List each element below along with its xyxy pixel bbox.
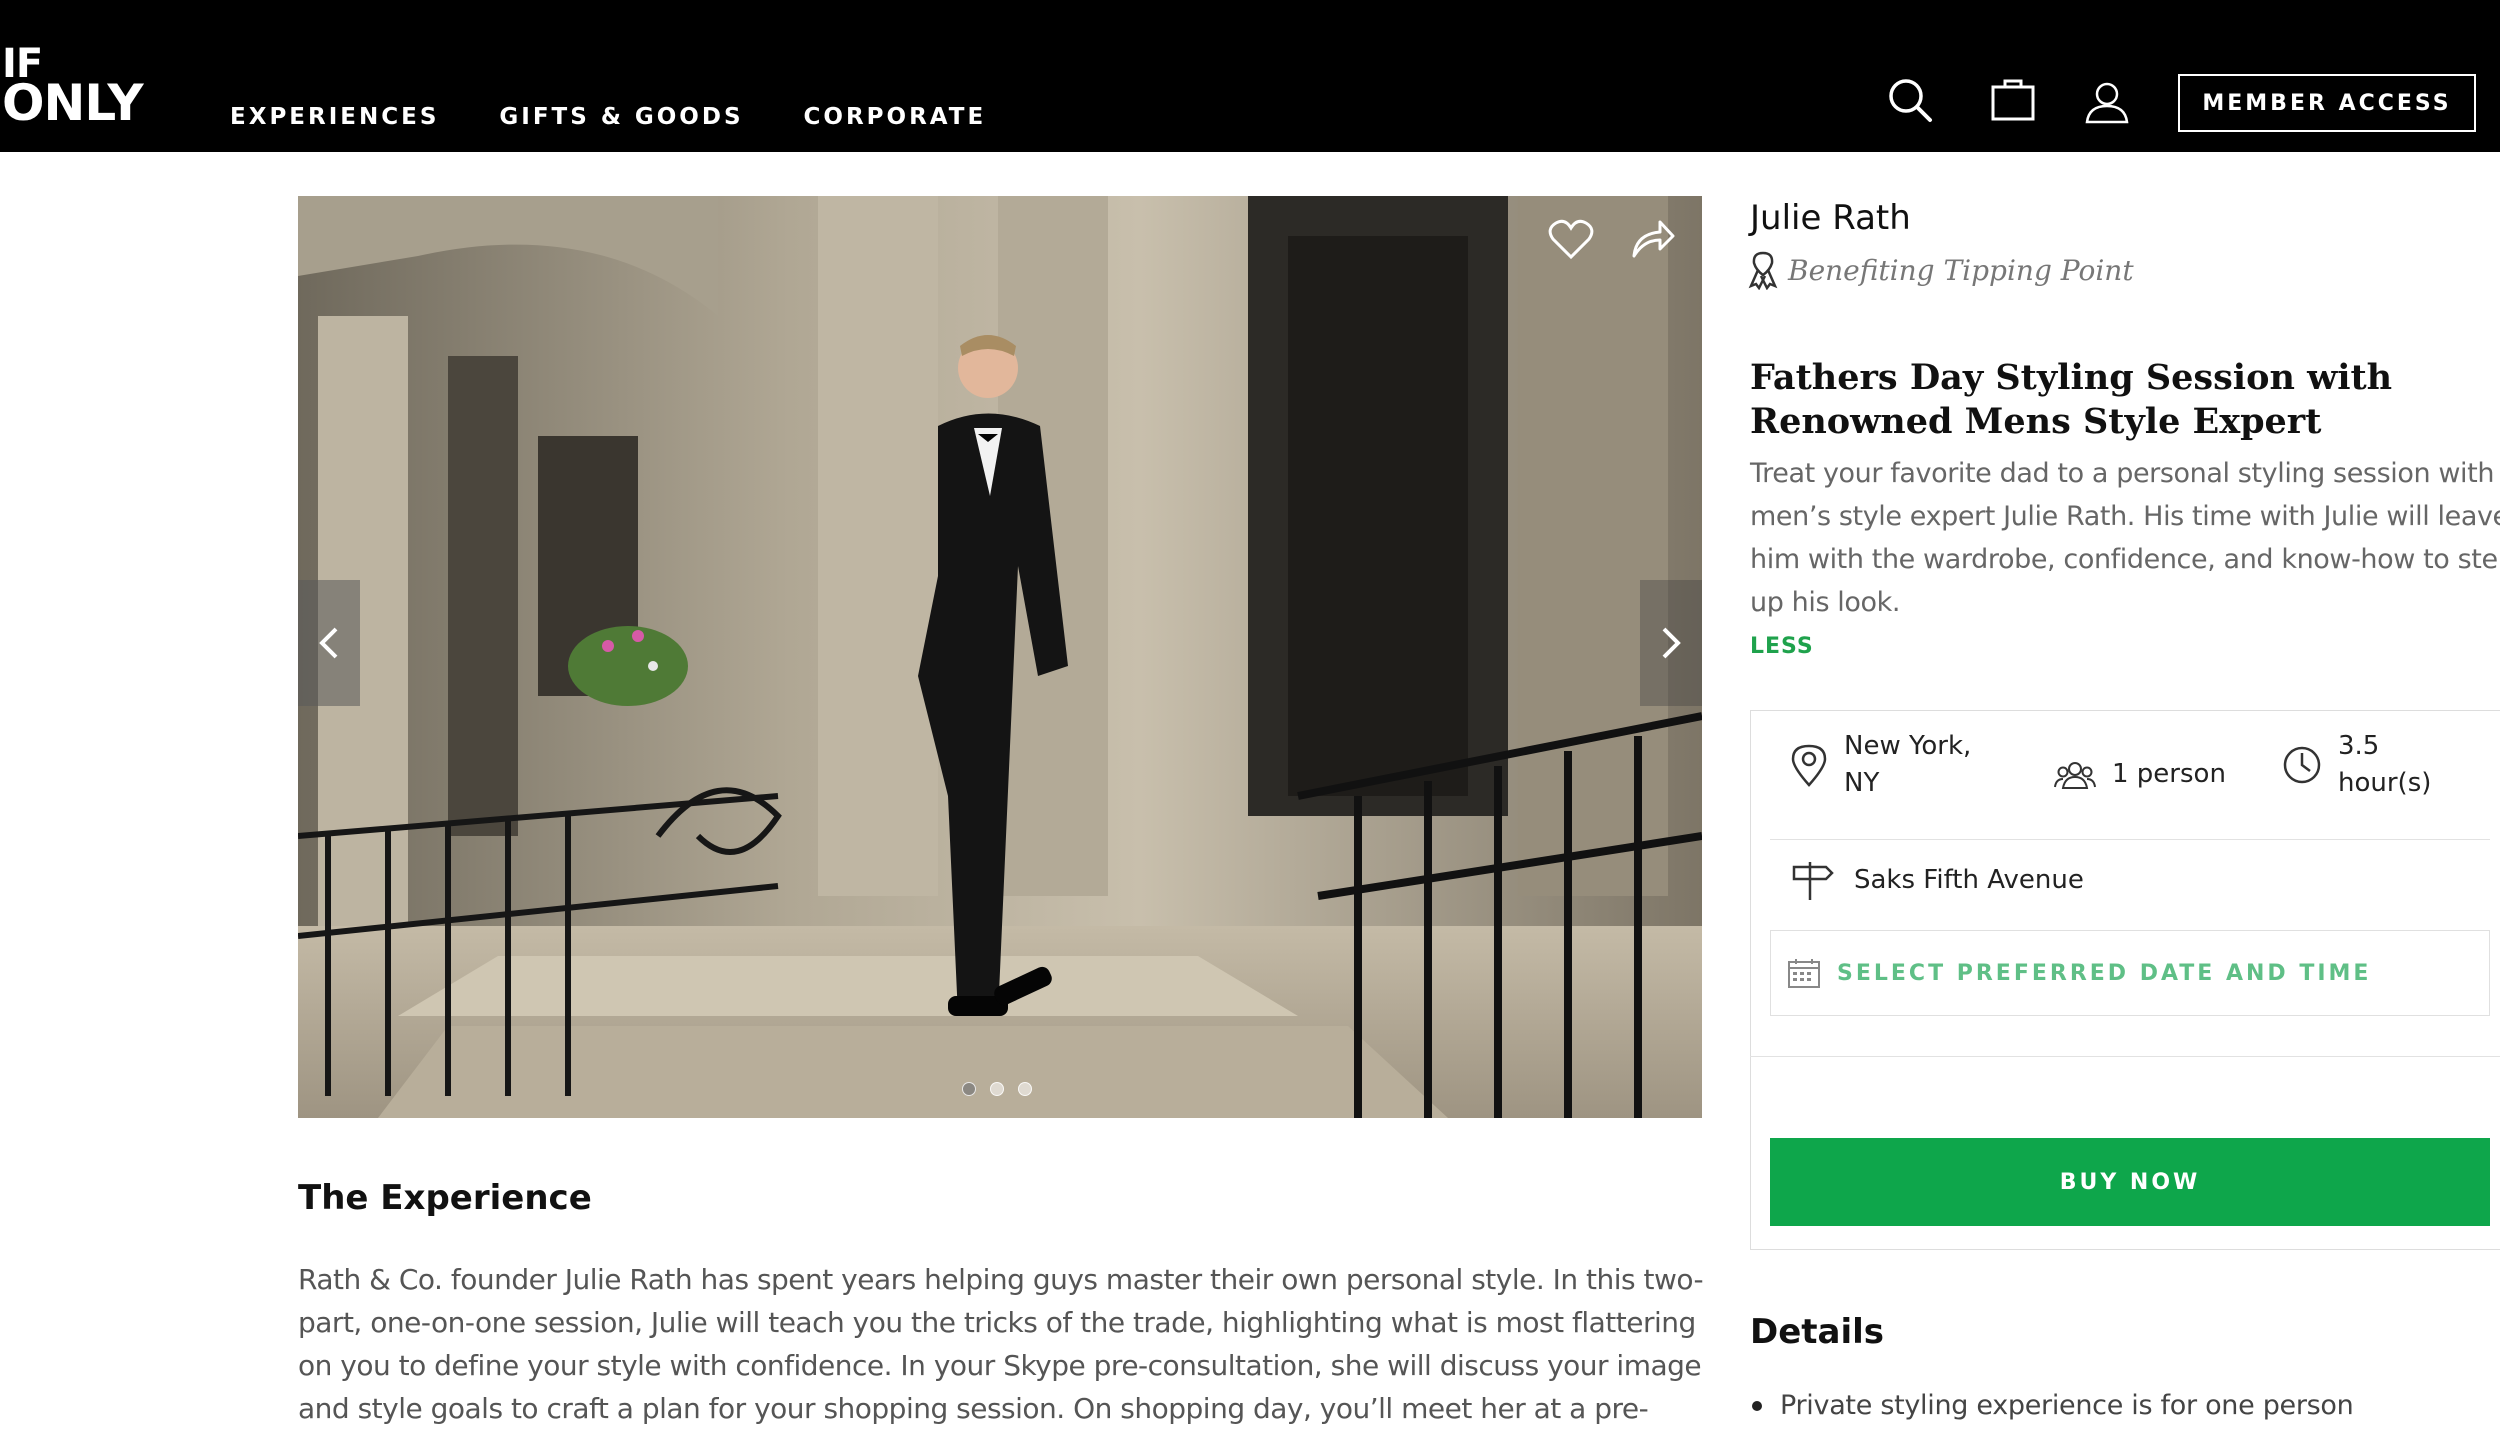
hero-image-carousel[interactable] (298, 196, 1702, 1118)
ribbon-icon (1748, 251, 1778, 290)
date-time-placeholder: SELECT PREFERRED DATE AND TIME (1837, 960, 2372, 986)
ifonly-logo[interactable]: IF ONLY (2, 44, 144, 132)
duration-info: 3.5 hour(s) (2282, 728, 2438, 802)
divider (1750, 1056, 2500, 1057)
charity-line: Benefiting Tipping Point (1748, 250, 2134, 290)
carousel-next-button[interactable] (1640, 580, 1702, 706)
experience-title: Fathers Day Styling Session with Renowne… (1750, 357, 2393, 442)
duration-text: 3.5 hour(s) (2338, 731, 2432, 798)
member-access-button[interactable]: MEMBER ACCESS (2178, 74, 2476, 132)
shopping-bag-icon[interactable] (1990, 78, 2036, 127)
clock-icon (2283, 746, 2321, 784)
details-list-item: Private styling experience is for one pe… (1752, 1390, 2354, 1421)
nav-corporate[interactable]: CORPORATE (804, 104, 987, 130)
top-navigation-bar: IF ONLY EXPERIENCES GIFTS & GOODS CORPOR… (0, 0, 2500, 152)
buy-now-button[interactable]: BUY NOW (1770, 1138, 2490, 1226)
calendar-icon (1788, 959, 1820, 988)
carousel-dot[interactable] (1018, 1082, 1032, 1096)
share-icon[interactable] (1630, 216, 1676, 265)
logo-line-2: ONLY (2, 74, 144, 132)
location-text: New York, NY (1844, 731, 1972, 798)
date-time-selector[interactable]: SELECT PREFERRED DATE AND TIME (1770, 930, 2490, 1016)
user-icon[interactable] (2084, 80, 2130, 129)
people-icon (2054, 761, 2096, 789)
guests-info: 1 person (2054, 756, 2226, 793)
charity-label[interactable]: Benefiting Tipping Point (1788, 254, 2134, 287)
location-info: New York, NY (1790, 728, 2010, 802)
heart-icon[interactable] (1548, 218, 1594, 265)
details-heading: Details (1750, 1312, 1885, 1352)
less-toggle-link[interactable]: LESS (1750, 634, 1814, 659)
chevron-right-icon (1662, 627, 1681, 659)
experience-heading: The Experience (298, 1178, 592, 1218)
carousel-dot[interactable] (990, 1082, 1004, 1096)
carousel-prev-button[interactable] (298, 580, 360, 706)
location-pin-icon (1791, 744, 1827, 787)
nav-experiences[interactable]: EXPERIENCES (230, 104, 439, 130)
carousel-dot[interactable] (962, 1082, 976, 1096)
nav-gifts-goods[interactable]: GIFTS & GOODS (499, 104, 743, 130)
experience-body: Rath & Co. founder Julie Rath has spent … (298, 1263, 1704, 1425)
search-icon[interactable] (1886, 76, 1934, 129)
signpost-icon (1792, 862, 1834, 900)
carousel-dots (962, 1082, 1032, 1096)
main-nav: EXPERIENCES GIFTS & GOODS CORPORATE (230, 104, 986, 130)
venue-info: Saks Fifth Avenue (1790, 858, 2084, 902)
hero-photo (298, 196, 1702, 1118)
experience-description: Treat your favorite dad to a personal st… (1750, 458, 2500, 618)
details-list: Private styling experience is for one pe… (1752, 1390, 2354, 1421)
host-name[interactable]: Julie Rath (1750, 198, 1911, 238)
chevron-left-icon (319, 627, 338, 659)
venue-text: Saks Fifth Avenue (1854, 865, 2084, 895)
guests-text: 1 person (2112, 759, 2226, 789)
